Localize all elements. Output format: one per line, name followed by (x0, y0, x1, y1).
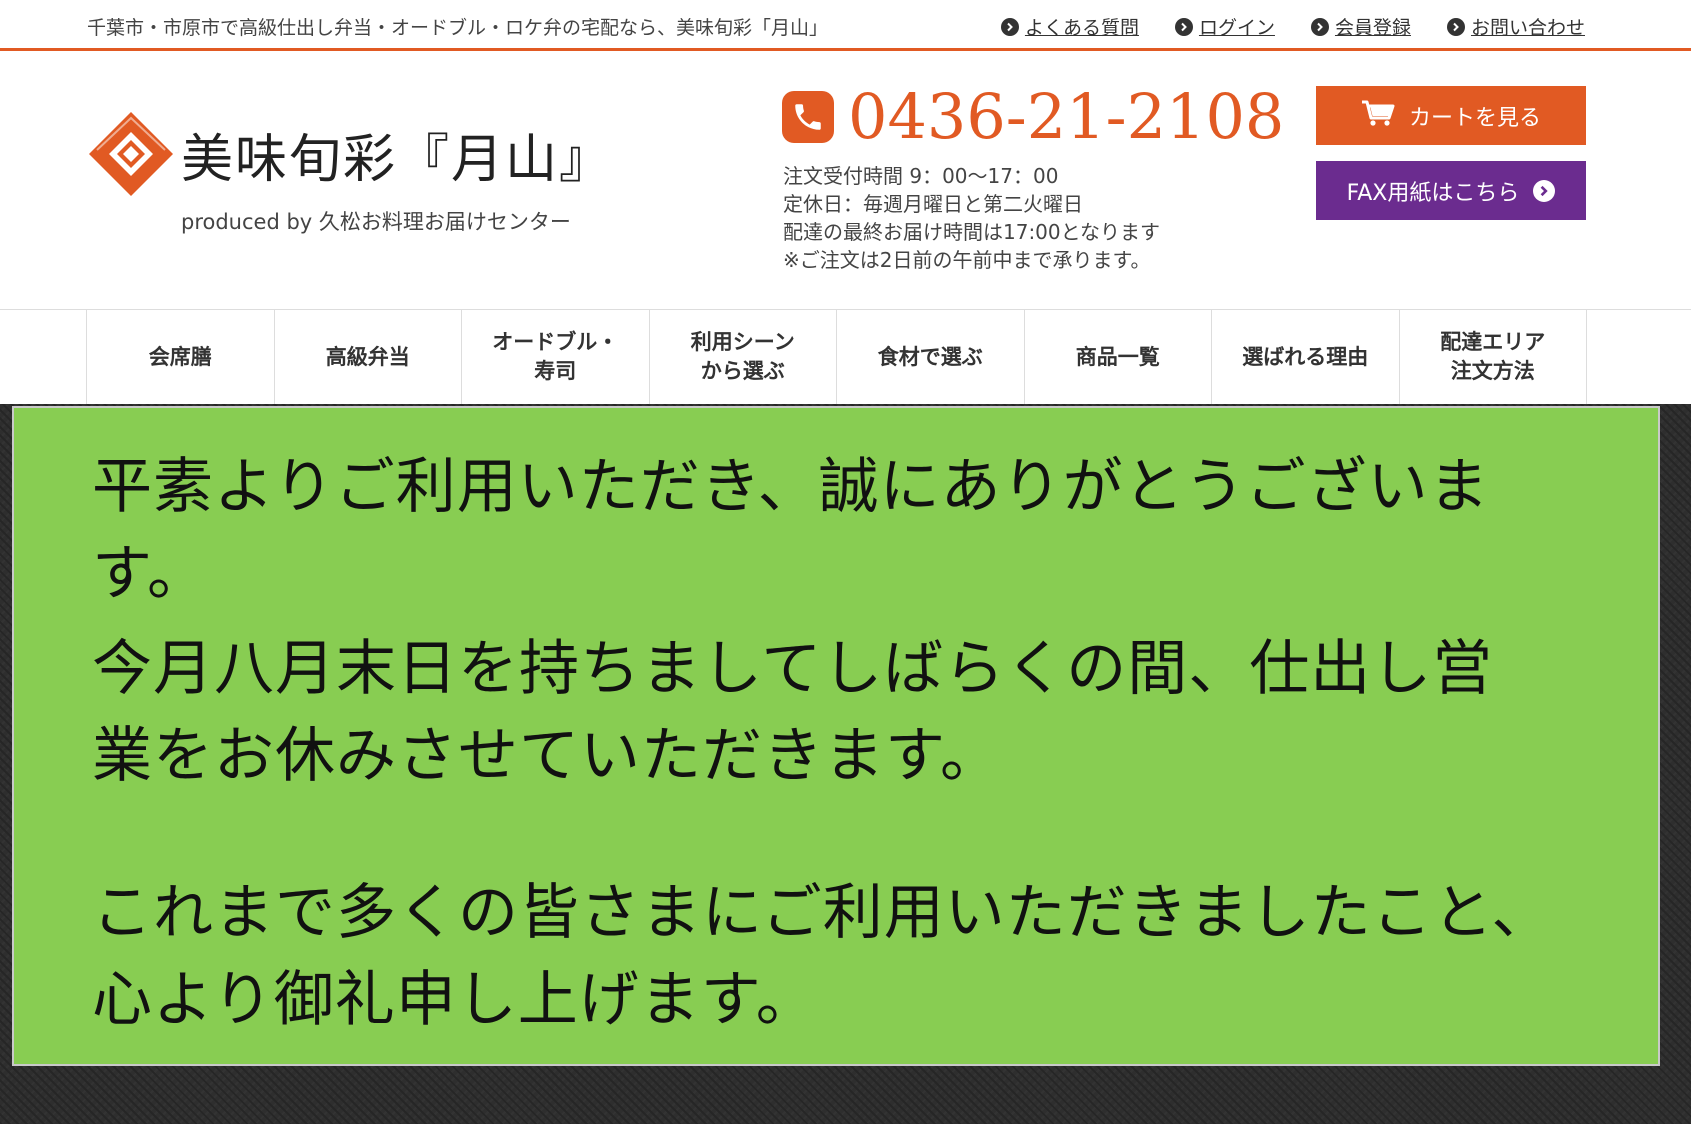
notice-line: 心より御礼申し上げます。 (92, 965, 817, 1035)
chevron-circle-icon (1000, 17, 1019, 36)
chevron-circle-icon (1310, 17, 1329, 36)
notice-line: 業をお休みさせていただきます。 (92, 721, 1001, 791)
login-link-label: ログイン (1198, 17, 1275, 39)
nav-item-by-ingredient[interactable]: 食材で選ぶ (837, 310, 1025, 404)
fax-form-label: FAX用紙はこちら (1346, 180, 1520, 206)
closed-days-text: 定休日：毎週月曜日と第二火曜日 (783, 192, 1083, 216)
chevron-circle-icon (1174, 17, 1193, 36)
chevron-circle-icon (1446, 17, 1465, 36)
top-links: よくある質問 ログイン 会員登録 お問い合わせ (1000, 13, 1585, 40)
phone-icon (782, 91, 834, 143)
faq-link[interactable]: よくある質問 (1000, 13, 1139, 40)
logo-mark-icon (87, 110, 175, 198)
phone-number: 0436-21-2108 (848, 80, 1285, 153)
view-cart-button[interactable]: カートを見る (1316, 86, 1586, 145)
nav-item-hors-doeuvre-sushi[interactable]: オードブル・ 寿司 (462, 310, 650, 404)
notice-text: 平素よりご利用いただき、誠にありがとうございま す。 今月八月末日を持ちましてし… (92, 444, 1612, 1044)
delivery-time-text: 配達の最終お届け時間は17:00となります (783, 220, 1161, 244)
top-bar: 千葉市・市原市で高級仕出し弁当・オードブル・ロケ弁の宅配なら、美味旬彩「月山」 … (0, 0, 1691, 51)
notice-line: これまで多くの皆さまにご利用いただきましたこと、 (92, 878, 1553, 948)
chevron-circle-icon (1533, 179, 1556, 202)
notice-line: す。 (92, 539, 208, 609)
contact-link-label: お問い合わせ (1470, 17, 1585, 39)
nav-item-premium-bento[interactable]: 高級弁当 (275, 310, 462, 404)
site-logo[interactable]: 美味旬彩『月山』 (87, 110, 613, 198)
phone-block[interactable]: 0436-21-2108 (782, 86, 1284, 148)
order-hours-text: 注文受付時間 9：00〜17：00 (783, 164, 1059, 188)
fax-form-button[interactable]: FAX用紙はこちら (1316, 161, 1586, 220)
notice-line: 今月八月末日を持ちましてしばらくの間、仕出し営 (92, 634, 1494, 704)
nav-list: 会席膳 高級弁当 オードブル・ 寿司 利用シーン から選ぶ 食材で選ぶ 商品一覧… (86, 310, 1587, 404)
site-tagline: 千葉市・市原市で高級仕出し弁当・オードブル・ロケ弁の宅配なら、美味旬彩「月山」 (87, 17, 829, 39)
notice-line: 平素よりご利用いただき、誠にありがとうございま (92, 452, 1490, 522)
login-link[interactable]: ログイン (1174, 13, 1275, 40)
nav-item-kaiseki[interactable]: 会席膳 (87, 310, 275, 404)
nav-item-by-scene[interactable]: 利用シーン から選ぶ (650, 310, 837, 404)
contact-link[interactable]: お問い合わせ (1446, 13, 1585, 40)
nav-item-reasons[interactable]: 選ばれる理由 (1212, 310, 1400, 404)
register-link[interactable]: 会員登録 (1310, 13, 1411, 40)
main-content: 平素よりご利用いただき、誠にありがとうございま す。 今月八月末日を持ちましてし… (0, 404, 1691, 1124)
main-navigation: 会席膳 高級弁当 オードブル・ 寿司 利用シーン から選ぶ 食材で選ぶ 商品一覧… (0, 309, 1691, 404)
order-deadline-text: ※ご注文は2日前の午前中まで承ります。 (783, 248, 1151, 272)
cart-icon (1361, 99, 1395, 133)
nav-item-delivery-area[interactable]: 配達エリア 注文方法 (1400, 310, 1587, 404)
faq-link-label: よくある質問 (1024, 17, 1139, 39)
register-link-label: 会員登録 (1334, 17, 1411, 39)
logo-subtitle: produced by 久松お料理お届けセンター (181, 210, 571, 234)
view-cart-label: カートを見る (1408, 105, 1541, 131)
closure-notice-banner: 平素よりご利用いただき、誠にありがとうございま す。 今月八月末日を持ちましてし… (12, 406, 1660, 1066)
logo-title: 美味旬彩『月山』 (181, 129, 614, 190)
nav-item-product-list[interactable]: 商品一覧 (1025, 310, 1212, 404)
business-hours: 注文受付時間 9：00〜17：00 定休日：毎週月曜日と第二火曜日 配達の最終お… (783, 162, 1160, 274)
